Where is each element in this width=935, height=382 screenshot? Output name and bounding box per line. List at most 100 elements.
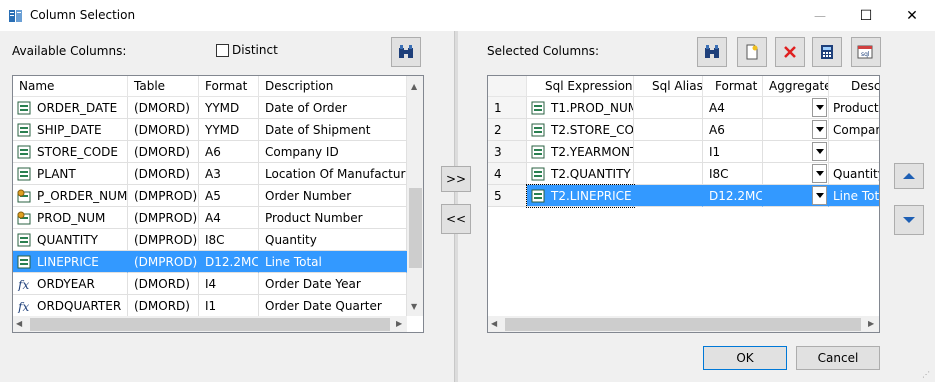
column-header-sql-expression[interactable]: Sql Expression: [527, 76, 634, 97]
aggregate-dropdown-button[interactable]: [812, 186, 827, 205]
cell-format[interactable]: I4: [199, 273, 259, 295]
cell-expr[interactable]: T1.PROD_NUM: [527, 97, 634, 119]
column-header-aggregate[interactable]: Aggregate: [763, 76, 829, 97]
cell-desc[interactable]: Location Of Manufacturing: [259, 163, 407, 185]
scroll-down-icon[interactable]: ▼: [411, 302, 417, 311]
aggregate-dropdown-button[interactable]: [812, 98, 827, 117]
cell-name[interactable]: PROD_NUM: [13, 207, 128, 229]
cell-format[interactable]: D12.2MC: [703, 185, 763, 207]
left-horizontal-scrollbar[interactable]: ◀ ▶: [13, 316, 407, 332]
cell-desc[interactable]: Order Date Year: [259, 273, 407, 295]
cell-agg[interactable]: [763, 119, 829, 141]
column-header-description[interactable]: Descr: [829, 76, 879, 97]
cell-table[interactable]: (DMPROD): [128, 251, 199, 273]
cell-format[interactable]: A4: [199, 207, 259, 229]
remove-column-button[interactable]: <<: [441, 204, 471, 234]
maximize-button[interactable]: ☐: [843, 0, 889, 31]
cell-name[interactable]: LINEPRICE: [13, 251, 128, 273]
scroll-left-icon[interactable]: ◀: [16, 319, 22, 328]
aggregate-dropdown-button[interactable]: [812, 142, 827, 161]
minimize-button[interactable]: —: [797, 0, 843, 31]
cell-desc[interactable]: Company ID: [259, 141, 407, 163]
move-up-button[interactable]: [894, 163, 924, 189]
cell-expr[interactable]: T2.STORE_CODE: [527, 119, 634, 141]
right-horizontal-scroll-thumb[interactable]: [505, 318, 861, 331]
scroll-right-icon[interactable]: ▶: [396, 319, 402, 328]
cell-table[interactable]: (DMORD): [128, 163, 199, 185]
sql-button[interactable]: sql: [851, 37, 881, 67]
cell-desc[interactable]: Date of Order: [259, 97, 407, 119]
cell-table[interactable]: (DMPROD): [128, 185, 199, 207]
resize-grip-icon[interactable]: ⋰: [922, 370, 930, 379]
selected-columns-grid[interactable]: Sql Expression Sql Alias Format Aggregat…: [487, 75, 880, 333]
scroll-up-icon[interactable]: ▲: [411, 82, 417, 91]
cell-format[interactable]: I8C: [199, 229, 259, 251]
cell-table[interactable]: (DMORD): [128, 141, 199, 163]
row-number[interactable]: 4: [488, 163, 527, 185]
cell-name[interactable]: fx ORDYEAR: [13, 273, 128, 295]
cell-agg[interactable]: [763, 141, 829, 163]
cell-agg[interactable]: [763, 163, 829, 185]
cell-desc[interactable]: Line Total: [259, 251, 407, 273]
calculator-button[interactable]: [812, 37, 842, 67]
cell-desc[interactable]: Order Date Quarter: [259, 295, 407, 317]
column-header-format[interactable]: Format: [703, 76, 763, 97]
cell-table[interactable]: (DMORD): [128, 119, 199, 141]
cell-expr[interactable]: T2.LINEPRICE: [526, 184, 635, 208]
cell-desc[interactable]: Quantity: [259, 229, 407, 251]
distinct-checkbox[interactable]: [216, 44, 229, 57]
cell-format[interactable]: A3: [199, 163, 259, 185]
ok-button[interactable]: OK: [703, 346, 787, 370]
cell-alias[interactable]: [634, 141, 703, 163]
cell-table[interactable]: (DMORD): [128, 97, 199, 119]
cell-desc[interactable]: Order Number: [259, 185, 407, 207]
cell-table[interactable]: (DMORD): [128, 295, 199, 317]
cell-desc[interactable]: Quantity: [829, 163, 879, 185]
row-number[interactable]: 3: [488, 141, 527, 163]
cell-format[interactable]: YYMD: [199, 97, 259, 119]
column-header-table[interactable]: Table: [128, 76, 199, 97]
cell-expr[interactable]: T2.QUANTITY: [527, 163, 634, 185]
cell-format[interactable]: D12.2MC: [199, 251, 259, 273]
row-number[interactable]: 1: [488, 97, 527, 119]
cell-name[interactable]: PLANT: [13, 163, 128, 185]
cell-name[interactable]: STORE_CODE: [13, 141, 128, 163]
cell-format[interactable]: I1: [703, 141, 763, 163]
cell-alias[interactable]: [634, 163, 703, 185]
cancel-button[interactable]: Cancel: [796, 346, 880, 370]
cell-format[interactable]: A6: [199, 141, 259, 163]
cell-alias[interactable]: [634, 119, 703, 141]
right-horizontal-scrollbar[interactable]: ◀ ▶: [488, 316, 879, 332]
cell-alias[interactable]: [634, 185, 703, 207]
cell-name[interactable]: fx ORDQUARTER: [13, 295, 128, 317]
cell-format[interactable]: A6: [703, 119, 763, 141]
cell-desc[interactable]: Compan: [829, 119, 879, 141]
cell-format[interactable]: YYMD: [199, 119, 259, 141]
cell-format[interactable]: I1: [199, 295, 259, 317]
column-header-description[interactable]: Description: [259, 76, 407, 97]
cell-table[interactable]: (DMPROD): [128, 229, 199, 251]
cell-format[interactable]: A4: [703, 97, 763, 119]
cell-desc[interactable]: Date of Shipment: [259, 119, 407, 141]
cell-name[interactable]: QUANTITY: [13, 229, 128, 251]
column-header-format[interactable]: Format: [199, 76, 259, 97]
left-horizontal-scroll-thumb[interactable]: [30, 318, 390, 331]
cell-format[interactable]: I8C: [703, 163, 763, 185]
cell-alias[interactable]: [634, 97, 703, 119]
add-column-button[interactable]: >>: [441, 166, 471, 192]
new-expression-button[interactable]: [737, 37, 767, 67]
aggregate-dropdown-button[interactable]: [812, 120, 827, 139]
column-header-sql-alias[interactable]: Sql Alias: [634, 76, 703, 97]
cell-name[interactable]: P_ORDER_NUM: [13, 185, 128, 207]
cell-name[interactable]: SHIP_DATE: [13, 119, 128, 141]
available-columns-grid[interactable]: Name Table Format Description ORDER_DATE…: [12, 75, 424, 333]
cell-agg[interactable]: [763, 185, 829, 207]
delete-button[interactable]: [775, 37, 805, 67]
close-button[interactable]: ✕: [889, 0, 935, 31]
move-down-button[interactable]: [894, 205, 924, 235]
cell-desc[interactable]: Product: [829, 97, 879, 119]
find-button[interactable]: [391, 37, 421, 67]
scroll-left-icon[interactable]: ◀: [491, 319, 497, 328]
cell-table[interactable]: (DMPROD): [128, 207, 199, 229]
cell-desc[interactable]: [829, 141, 879, 163]
